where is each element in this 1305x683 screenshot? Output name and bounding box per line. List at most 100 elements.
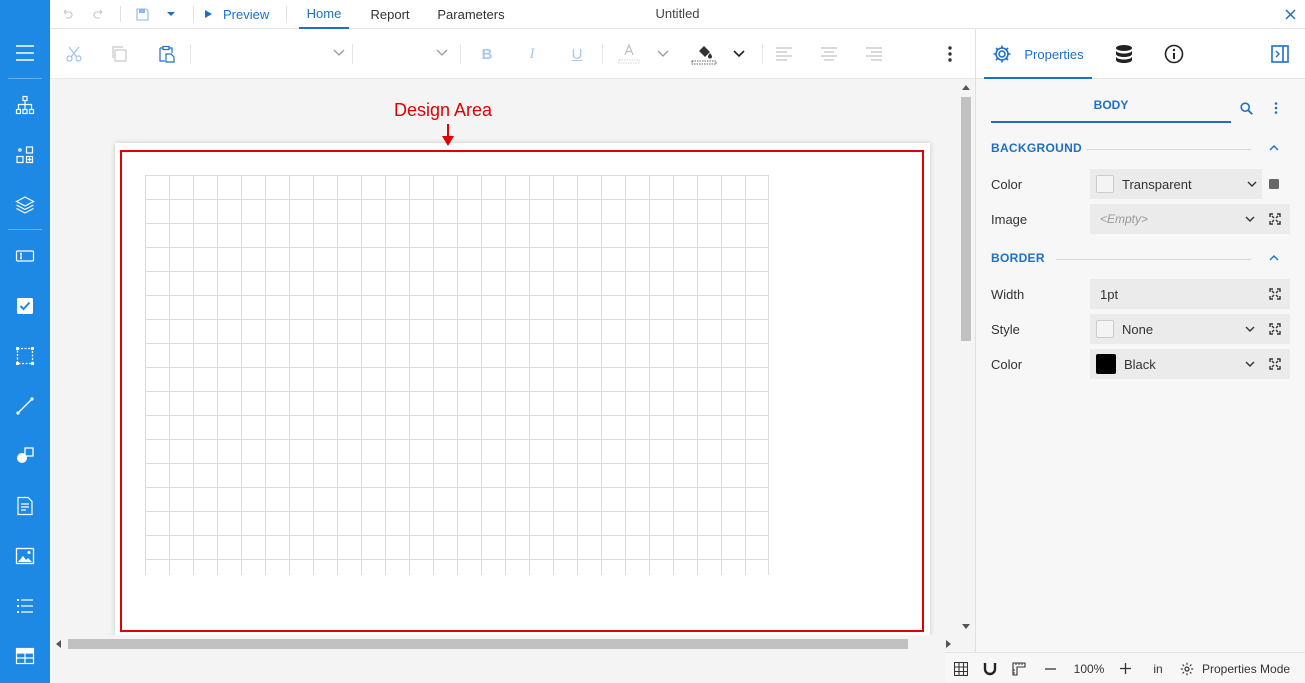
unit-selector[interactable]: in [1151, 653, 1165, 683]
save-dropdown-icon[interactable] [162, 0, 180, 28]
background-color-select[interactable]: Transparent [1090, 169, 1262, 199]
tab-report[interactable]: Report [365, 0, 415, 29]
scroll-right-icon[interactable] [946, 640, 952, 648]
close-icon[interactable] [1280, 0, 1300, 28]
properties-mode-button[interactable]: Properties Mode [1180, 653, 1290, 683]
widgets-icon[interactable] [0, 135, 50, 175]
database-icon [1116, 45, 1132, 63]
rich-text-tool-icon[interactable] [0, 486, 50, 526]
sidebar-collapse-icon [1271, 45, 1289, 63]
background-color-picker-icon[interactable] [1268, 177, 1280, 191]
zoom-out-icon[interactable] [1040, 653, 1060, 683]
design-area-annotation: Design Area [394, 100, 493, 120]
chevron-down-icon [1240, 204, 1260, 234]
expression-icon[interactable] [1260, 314, 1290, 344]
scroll-down-icon[interactable] [962, 624, 970, 630]
checkbox-tool-icon[interactable] [0, 286, 50, 326]
rectangle-tool-icon[interactable] [0, 336, 50, 376]
save-icon[interactable] [133, 0, 151, 28]
list-tool-icon[interactable] [0, 586, 50, 626]
vertical-scrollbar[interactable] [957, 79, 975, 635]
textbox-tool-icon[interactable] [0, 236, 50, 276]
toolbar-divider [602, 44, 603, 64]
copy-icon[interactable] [106, 41, 132, 67]
font-color-dropdown-icon[interactable] [650, 41, 676, 67]
grid-toggle-icon[interactable] [951, 653, 971, 683]
report-designer: Untitled Preview Home Report Parameters [0, 0, 1305, 683]
font-color-icon[interactable] [616, 41, 642, 67]
border-width-input[interactable]: 1pt [1090, 279, 1290, 309]
report-outline-icon[interactable] [0, 85, 50, 125]
expression-icon[interactable] [1260, 204, 1290, 234]
tab-home[interactable]: Home [299, 0, 349, 29]
chevron-down-icon [1240, 349, 1260, 379]
cut-icon[interactable] [61, 41, 87, 67]
design-canvas[interactable]: Design Area [50, 79, 975, 652]
table-tool-icon[interactable] [0, 636, 50, 676]
gear-icon [993, 45, 1011, 63]
image-tool-icon[interactable] [0, 536, 50, 576]
snap-magnet-icon[interactable] [980, 653, 1000, 683]
toolbar-divider [460, 44, 461, 64]
formatting-toolbar: B I U [50, 29, 975, 79]
more-options-icon[interactable] [937, 41, 963, 67]
ruler-icon[interactable] [1009, 653, 1029, 683]
vertical-scroll-thumb[interactable] [961, 97, 971, 341]
chevron-down-icon [333, 49, 345, 56]
font-size-select[interactable] [362, 41, 448, 67]
tab-data[interactable] [1110, 29, 1138, 79]
paste-icon[interactable] [153, 41, 179, 67]
fill-color-dropdown-icon[interactable] [726, 41, 752, 67]
expression-icon[interactable] [1260, 279, 1290, 309]
border-style-select[interactable]: None [1090, 314, 1290, 344]
panel-more-icon[interactable] [1268, 100, 1284, 116]
horizontal-scrollbar[interactable] [50, 635, 957, 652]
background-image-select[interactable]: <Empty> [1090, 204, 1290, 234]
align-center-icon[interactable] [816, 41, 842, 67]
align-left-icon[interactable] [771, 41, 797, 67]
undo-icon[interactable] [58, 0, 76, 28]
collapse-background-icon[interactable] [1266, 141, 1282, 155]
chevron-down-icon [1240, 314, 1260, 344]
border-width-label: Width [991, 287, 1025, 302]
background-color-label: Color [991, 177, 1023, 192]
font-family-select[interactable] [200, 41, 345, 67]
layers-icon[interactable] [0, 185, 50, 225]
properties-panel: Properties BODY BACKGROUND Color Transpa… [975, 29, 1305, 652]
shapes-tool-icon[interactable] [0, 436, 50, 476]
search-icon[interactable] [1238, 100, 1254, 116]
left-toolbox [0, 0, 50, 683]
scroll-left-icon[interactable] [55, 640, 61, 648]
align-right-icon[interactable] [861, 41, 887, 67]
tab-info[interactable] [1160, 29, 1188, 79]
horizontal-scroll-thumb[interactable] [68, 639, 908, 649]
expression-icon[interactable] [1260, 349, 1290, 379]
border-color-select[interactable]: Black [1090, 349, 1290, 379]
tab-parameters[interactable]: Parameters [433, 0, 509, 29]
report-body-grid[interactable] [145, 175, 769, 575]
background-image-value: <Empty> [1100, 212, 1149, 226]
fill-color-icon[interactable] [691, 41, 717, 67]
panel-dock-toggle[interactable] [1266, 29, 1294, 79]
section-divider [1056, 259, 1251, 260]
hamburger-menu-icon[interactable] [0, 33, 50, 73]
italic-icon[interactable]: I [519, 41, 545, 67]
zoom-in-icon[interactable] [1115, 653, 1135, 683]
bold-icon[interactable]: B [474, 41, 500, 67]
status-bar: 100% in Properties Mode [945, 652, 1305, 683]
redo-icon[interactable] [90, 0, 108, 28]
toolbar-divider [762, 44, 763, 64]
scroll-up-icon[interactable] [962, 84, 970, 90]
zoom-level[interactable]: 100% [1071, 653, 1107, 683]
sidebar-divider [8, 78, 42, 79]
preview-button[interactable]: Preview [204, 0, 269, 28]
collapse-border-icon[interactable] [1266, 251, 1282, 265]
preview-label: Preview [223, 6, 270, 22]
tab-properties[interactable]: Properties [988, 29, 1088, 79]
arrow-down-icon [442, 124, 454, 146]
line-tool-icon[interactable] [0, 386, 50, 426]
underline-icon[interactable]: U [564, 41, 590, 67]
toolbar-divider [120, 6, 121, 22]
sidebar-divider [8, 229, 42, 230]
panel-tabs: Properties [976, 29, 1305, 79]
